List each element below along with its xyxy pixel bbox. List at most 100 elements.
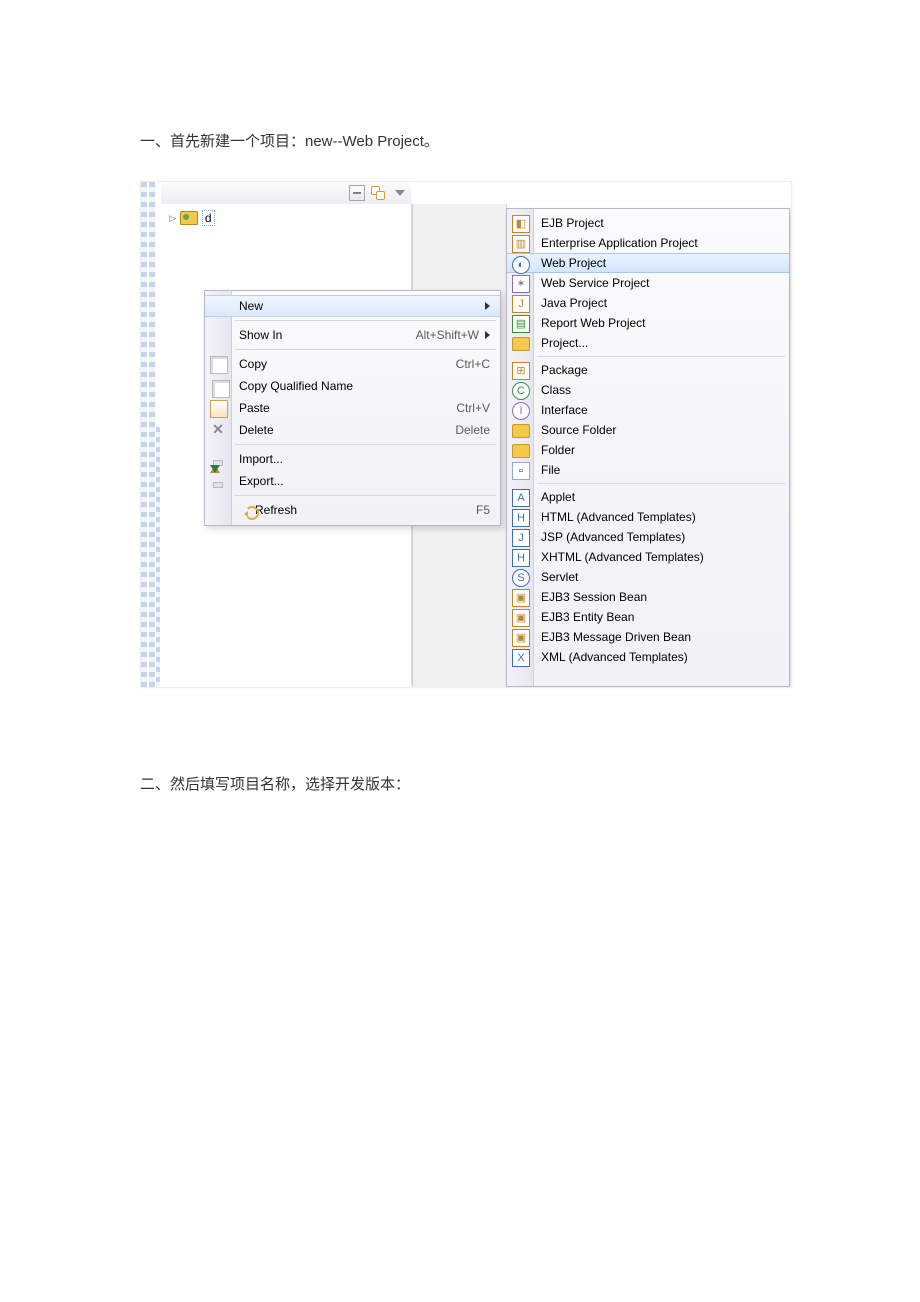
- submenu-item-label: Enterprise Application Project: [541, 236, 698, 250]
- menu-item-new[interactable]: New: [205, 295, 500, 317]
- submenu-item-java-project[interactable]: J Java Project: [507, 293, 789, 313]
- submenu-item-label: Class: [541, 383, 571, 397]
- menu-item-shortcut: F5: [476, 503, 490, 517]
- submenu-item-label: XML (Advanced Templates): [541, 650, 688, 664]
- panel-edge-left-1: [141, 182, 147, 687]
- menu-item-label: Show In: [239, 328, 282, 342]
- ejb3-entity-icon: ▣: [512, 609, 530, 627]
- submenu-item-label: EJB3 Message Driven Bean: [541, 630, 691, 644]
- submenu-item-ejb3-entity[interactable]: ▣ EJB3 Entity Bean: [507, 607, 789, 627]
- new-submenu: ◧ EJB Project ▥ Enterprise Application P…: [506, 208, 790, 687]
- submenu-item-label: EJB3 Entity Bean: [541, 610, 634, 624]
- submenu-item-xml[interactable]: X XML (Advanced Templates): [507, 647, 789, 667]
- submenu-arrow-icon: [485, 302, 490, 310]
- menu-item-label: Paste: [239, 401, 270, 415]
- report-project-icon: ▤: [512, 315, 530, 333]
- tree-root-label: d: [202, 210, 215, 226]
- web-project-icon: ◐: [512, 256, 530, 274]
- submenu-separator: [537, 483, 785, 484]
- submenu-item-ws-project[interactable]: ✶ Web Service Project: [507, 273, 789, 293]
- menu-item-label: Copy Qualified Name: [239, 379, 353, 393]
- expand-tri-icon[interactable]: ▷: [169, 213, 176, 224]
- copy-qualified-icon: [212, 380, 230, 398]
- package-icon: ⊞: [512, 362, 530, 380]
- ws-project-icon: ✶: [512, 275, 530, 293]
- menu-item-label: Delete: [239, 423, 274, 437]
- submenu-item-ejb-project[interactable]: ◧ EJB Project: [507, 213, 789, 233]
- delete-icon: ✕: [210, 422, 226, 438]
- submenu-item-file[interactable]: ▫ File: [507, 460, 789, 480]
- submenu-item-applet[interactable]: A Applet: [507, 487, 789, 507]
- submenu-item-folder[interactable]: Folder: [507, 440, 789, 460]
- submenu-item-report-project[interactable]: ▤ Report Web Project: [507, 313, 789, 333]
- menu-item-copy[interactable]: Copy Ctrl+C: [205, 353, 500, 375]
- menu-item-import[interactable]: Import...: [205, 448, 500, 470]
- ejb3-session-icon: ▣: [512, 589, 530, 607]
- menu-separator: [235, 495, 496, 496]
- submenu-item-label: Java Project: [541, 296, 607, 310]
- menu-item-shortcut: Ctrl+C: [456, 357, 490, 371]
- menu-item-label: Export...: [239, 474, 284, 488]
- submenu-item-package[interactable]: ⊞ Package: [507, 360, 789, 380]
- submenu-item-class[interactable]: C Class: [507, 380, 789, 400]
- folder-icon: [512, 444, 530, 458]
- ejb-project-icon: ◧: [512, 215, 530, 233]
- submenu-item-label: HTML (Advanced Templates): [541, 510, 696, 524]
- html-icon: H: [512, 509, 530, 527]
- collapse-all-icon[interactable]: [349, 185, 365, 201]
- submenu-item-label: Servlet: [541, 570, 578, 584]
- submenu-item-label: JSP (Advanced Templates): [541, 530, 685, 544]
- refresh-icon: [245, 506, 259, 520]
- applet-icon: A: [512, 489, 530, 507]
- submenu-item-ejb3-session[interactable]: ▣ EJB3 Session Bean: [507, 587, 789, 607]
- menu-item-shortcut: Ctrl+V: [456, 401, 490, 415]
- project-icon: [512, 337, 530, 351]
- submenu-item-interface[interactable]: I Interface: [507, 400, 789, 420]
- export-icon: [210, 473, 226, 489]
- view-menu-icon[interactable]: [395, 190, 405, 196]
- context-menu: New Show In Alt+Shift+W Copy Ctrl+C: [204, 290, 501, 526]
- file-icon: ▫: [512, 462, 530, 480]
- menu-separator: [235, 444, 496, 445]
- menu-item-delete[interactable]: ✕ Delete Delete: [205, 419, 500, 441]
- servlet-icon: S: [512, 569, 530, 587]
- submenu-separator: [537, 356, 785, 357]
- submenu-item-servlet[interactable]: S Servlet: [507, 567, 789, 587]
- menu-separator: [235, 320, 496, 321]
- submenu-item-ejb3-mdb[interactable]: ▣ EJB3 Message Driven Bean: [507, 627, 789, 647]
- class-icon: C: [512, 382, 530, 400]
- interface-icon: I: [512, 402, 530, 420]
- submenu-item-html[interactable]: H HTML (Advanced Templates): [507, 507, 789, 527]
- menu-item-label: Refresh: [255, 503, 297, 517]
- jsp-icon: J: [512, 529, 530, 547]
- submenu-item-label: Project...: [541, 336, 588, 350]
- link-editor-icon[interactable]: [371, 186, 385, 200]
- menu-item-shortcut: Alt+Shift+W: [416, 328, 479, 342]
- menu-item-paste[interactable]: Paste Ctrl+V: [205, 397, 500, 419]
- submenu-item-web-project[interactable]: ◐ Web Project: [507, 253, 789, 273]
- menu-item-show-in[interactable]: Show In Alt+Shift+W: [205, 324, 500, 346]
- menu-item-export[interactable]: Export...: [205, 470, 500, 492]
- menu-item-copy-qualified[interactable]: Copy Qualified Name: [205, 375, 500, 397]
- submenu-item-xhtml[interactable]: H XHTML (Advanced Templates): [507, 547, 789, 567]
- menu-item-shortcut: Delete: [455, 423, 490, 437]
- submenu-arrow-icon: [485, 331, 490, 339]
- panel-edge-left-3: [156, 427, 160, 687]
- project-folder-icon: [180, 211, 198, 225]
- submenu-item-label: XHTML (Advanced Templates): [541, 550, 704, 564]
- source-folder-icon: [512, 424, 530, 438]
- submenu-item-ear-project[interactable]: ▥ Enterprise Application Project: [507, 233, 789, 253]
- submenu-item-source-folder[interactable]: Source Folder: [507, 420, 789, 440]
- paste-icon: [210, 400, 228, 418]
- java-project-icon: J: [512, 295, 530, 313]
- xml-icon: X: [512, 649, 530, 667]
- submenu-item-jsp[interactable]: J JSP (Advanced Templates): [507, 527, 789, 547]
- submenu-item-label: Interface: [541, 403, 588, 417]
- tree-root-item[interactable]: ▷ d: [169, 210, 215, 226]
- submenu-item-label: EJB Project: [541, 216, 604, 230]
- submenu-item-label: Web Project: [541, 256, 606, 270]
- submenu-item-label: Web Service Project: [541, 276, 650, 290]
- ear-project-icon: ▥: [512, 235, 530, 253]
- menu-item-refresh[interactable]: Refresh F5: [205, 499, 500, 521]
- submenu-item-project[interactable]: Project...: [507, 333, 789, 353]
